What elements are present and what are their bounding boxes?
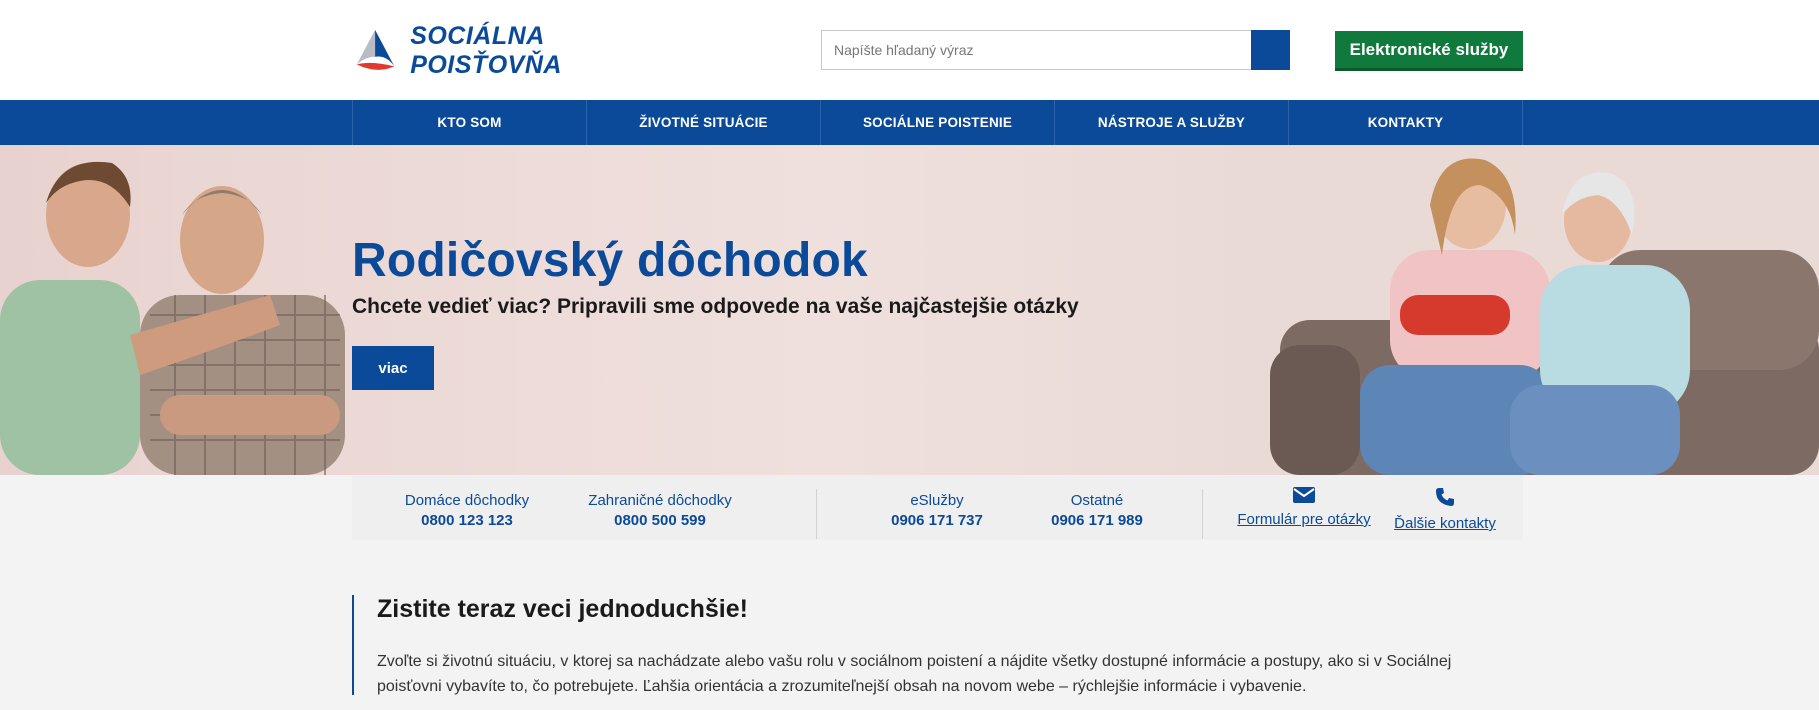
hero-photo-men bbox=[0, 161, 345, 475]
contact-label: Zahraničné dôchodky bbox=[588, 492, 732, 509]
nav-item-socialne-poistenie[interactable]: SOCIÁLNE POISTENIE bbox=[821, 100, 1055, 145]
contact-eservices: eSlužby 0906 171 737 bbox=[862, 491, 1012, 531]
nav-item-nastroje-a-sluzby[interactable]: NÁSTROJE A SLUŽBY bbox=[1055, 100, 1289, 145]
contact-divider bbox=[1202, 489, 1203, 539]
contact-label: Ostatné bbox=[1070, 492, 1124, 509]
main-nav: KTO SOM ŽIVOTNÉ SITUÁCIE SOCIÁLNE POISTE… bbox=[0, 100, 1819, 145]
intro-section: Zistite teraz veci jednoduchšie! Zvoľte … bbox=[352, 595, 1523, 695]
contact-other: Ostatné 0906 171 989 bbox=[1022, 491, 1172, 531]
search-button[interactable] bbox=[1251, 30, 1290, 70]
nav-item-kto-som[interactable]: KTO SOM bbox=[353, 100, 587, 145]
search-input[interactable] bbox=[821, 30, 1251, 70]
contact-divider bbox=[816, 489, 817, 539]
logo-text: SOCIÁLNA POISŤOVŇA bbox=[410, 22, 562, 79]
contact-label: Domáce dôchodky bbox=[404, 492, 530, 509]
question-form-link-label: Formulár pre otázky bbox=[1237, 511, 1371, 528]
contact-label: eSlužby bbox=[910, 492, 964, 509]
contact-domestic-pensions: Domáce dôchodky 0800 123 123 bbox=[382, 491, 552, 531]
nav-item-kontakty[interactable]: KONTAKTY bbox=[1289, 100, 1523, 145]
hero-more-button[interactable]: viac bbox=[352, 346, 434, 390]
phone-icon bbox=[1436, 488, 1454, 506]
nav-item-zivotne-situacie[interactable]: ŽIVOTNÉ SITUÁCIE bbox=[587, 100, 821, 145]
hero-title: Rodičovský dôchodok bbox=[352, 234, 868, 287]
envelope-icon bbox=[1293, 487, 1315, 503]
more-contacts-link[interactable]: Ďalšie kontakty bbox=[1390, 487, 1500, 532]
contact-number[interactable]: 0800 123 123 bbox=[382, 511, 552, 531]
contact-number[interactable]: 0906 171 989 bbox=[1022, 511, 1172, 531]
contact-number[interactable]: 0906 171 737 bbox=[862, 511, 1012, 531]
intro-text: Zvoľte si životnú situáciu, v ktorej sa … bbox=[377, 653, 1452, 695]
logo[interactable]: SOCIÁLNA POISŤOVŇA bbox=[352, 22, 692, 79]
more-contacts-link-label: Ďalšie kontakty bbox=[1394, 515, 1496, 532]
logo-mark-icon bbox=[356, 29, 395, 70]
search-bar bbox=[821, 30, 1290, 70]
contact-strip: Domáce dôchodky 0800 123 123 Zahraničné … bbox=[352, 475, 1523, 540]
contact-foreign-pensions: Zahraničné dôchodky 0800 500 599 bbox=[572, 491, 748, 531]
hero-photo-women bbox=[1270, 145, 1819, 475]
hero-subtitle: Chcete vedieť viac? Pripravili sme odpov… bbox=[352, 295, 1079, 318]
site-header: SOCIÁLNA POISŤOVŇA Elektronické služby bbox=[0, 0, 1819, 100]
eservices-button[interactable]: Elektronické služby bbox=[1335, 31, 1523, 71]
intro-title: Zistite teraz veci jednoduchšie! bbox=[377, 595, 748, 623]
hero-banner: Rodičovský dôchodok Chcete vedieť viac? … bbox=[0, 145, 1819, 475]
question-form-link[interactable]: Formulár pre otázky bbox=[1236, 487, 1372, 528]
contact-number[interactable]: 0800 500 599 bbox=[572, 511, 748, 531]
